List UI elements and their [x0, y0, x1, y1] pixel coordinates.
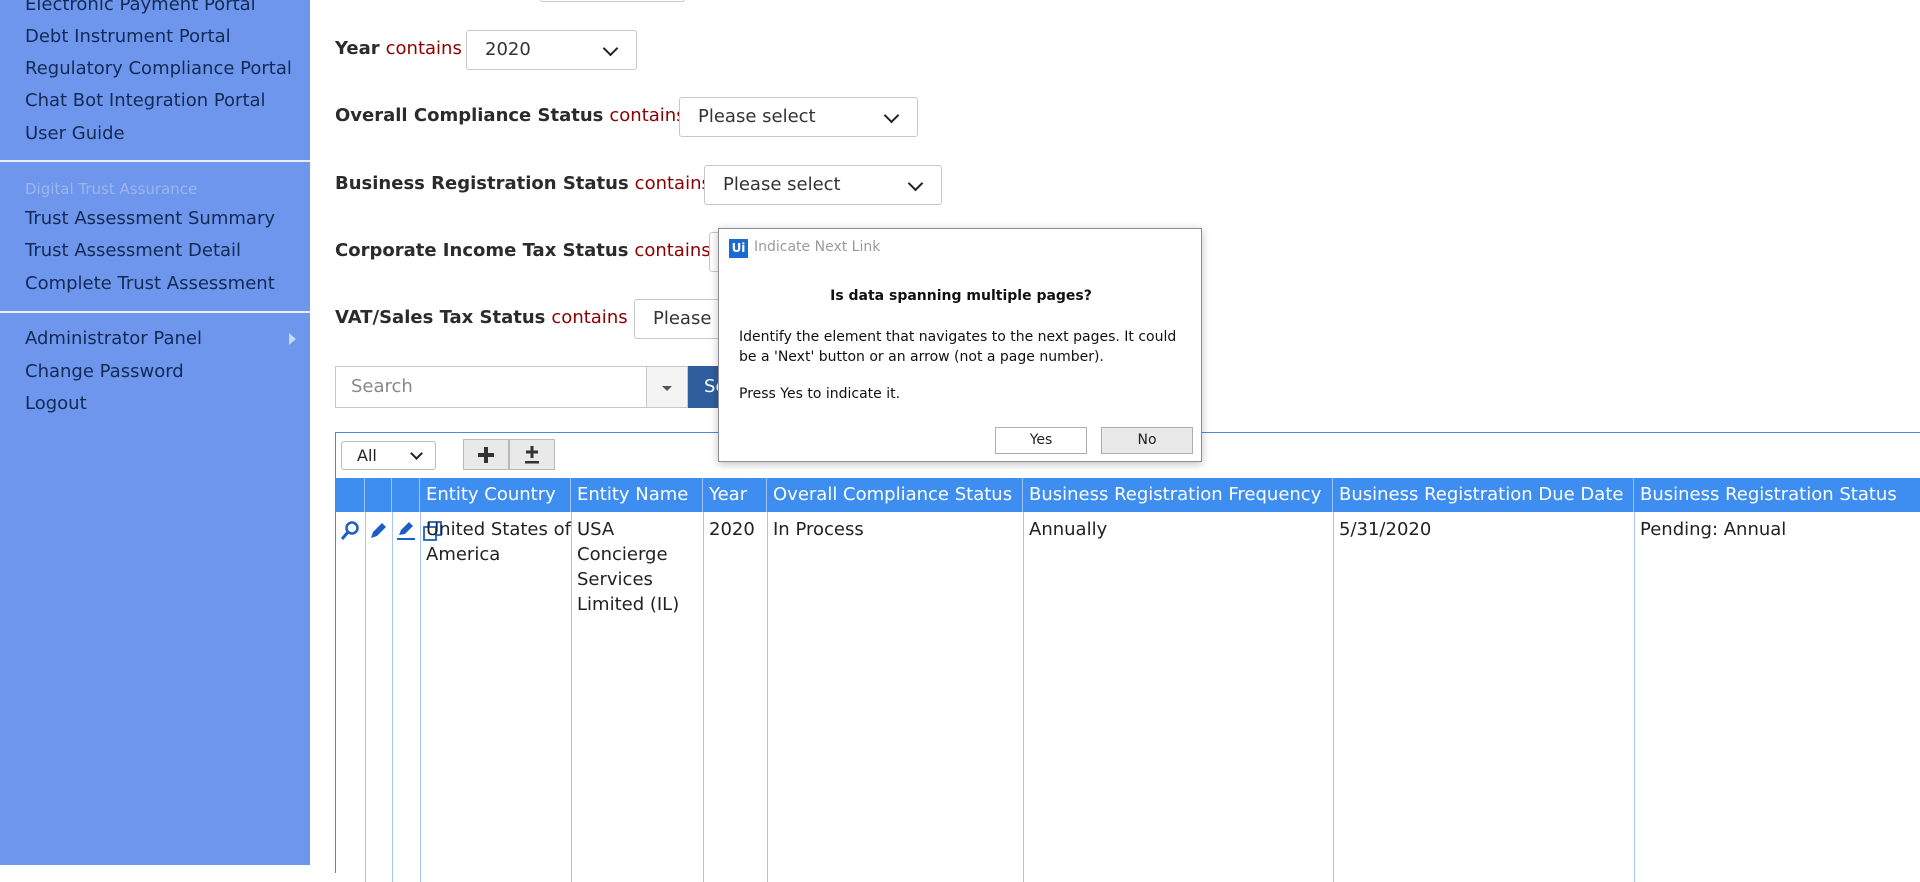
select-value: 2020	[485, 39, 531, 60]
chevron-down-icon	[410, 447, 423, 460]
chevron-down-icon	[602, 40, 619, 57]
grid-header-row: Entity Country Entity Name Year Overall …	[336, 478, 1920, 512]
filter-operator: contains	[634, 240, 711, 261]
filter-overall-label: Overall Compliance Status contains	[335, 105, 686, 126]
no-button[interactable]: No	[1101, 427, 1193, 454]
add-row-button[interactable]	[463, 439, 509, 470]
filter-operator: contains	[385, 38, 462, 59]
plus-icon	[478, 446, 494, 463]
select-value: All	[357, 446, 377, 465]
column-header-business-registration-frequency[interactable]: Business Registration Frequency	[1023, 478, 1333, 512]
column-header-year[interactable]: Year	[703, 478, 767, 512]
sidebar-section-title: Digital Trust Assurance	[25, 180, 198, 198]
overall-compliance-select[interactable]: Please select	[679, 97, 918, 137]
filter-operator: contains	[609, 105, 686, 126]
column-divider	[703, 512, 704, 882]
grid-body: United States of America USA Concierge S…	[336, 512, 1920, 882]
filter-corptax-label: Corporate Income Tax Status contains	[335, 240, 711, 261]
filter-operator: contains	[634, 173, 711, 194]
header-action-col	[392, 478, 420, 512]
column-divider	[1333, 512, 1334, 882]
cell-overall-status: In Process	[773, 519, 864, 540]
submenu-arrow-icon	[289, 333, 296, 345]
column-header-entity-name[interactable]: Entity Name	[571, 478, 703, 512]
column-divider	[1023, 512, 1024, 882]
app-logo-icon: Ui	[729, 239, 748, 258]
column-divider	[767, 512, 768, 882]
header-action-col	[336, 478, 365, 512]
cell-entity-name: USA Concierge Services Limited (IL)	[577, 519, 680, 615]
nav-trust-assessment-summary[interactable]: Trust Assessment Summary	[25, 208, 275, 229]
filter-bizreg-label: Business Registration Status contains	[335, 173, 711, 194]
yes-button[interactable]: Yes	[995, 427, 1087, 454]
magnifier-icon[interactable]	[339, 520, 361, 542]
nav-complete-trust-assessment[interactable]: Complete Trust Assessment	[25, 273, 275, 294]
year-select[interactable]: 2020	[466, 30, 637, 70]
filter-name: Corporate Income Tax Status	[335, 240, 629, 261]
filter-operator: contains	[551, 307, 628, 328]
nav-regulatory-compliance-portal[interactable]: Regulatory Compliance Portal	[25, 58, 292, 79]
dialog-title: Indicate Next Link	[754, 239, 881, 255]
sidebar: Electronic Payment Portal Debt Instrumen…	[0, 0, 310, 865]
cell-registration-frequency: Annually	[1029, 519, 1108, 540]
sidebar-divider	[0, 311, 310, 313]
dialog-heading: Is data spanning multiple pages?	[830, 288, 1092, 304]
hidden-filter-select[interactable]	[540, 0, 685, 2]
filter-year-label: Year contains	[335, 38, 462, 59]
nav-administrator-panel[interactable]: Administrator Panel	[25, 328, 202, 349]
data-grid: All Entity Country Entity Name Year Over…	[335, 432, 1920, 882]
select-value: Please s	[653, 308, 727, 329]
dialog-body: Identify the element that navigates to t…	[739, 329, 1177, 365]
page-size-select[interactable]: All	[341, 441, 436, 470]
nav-logout[interactable]: Logout	[25, 393, 87, 414]
indicate-next-link-dialog: Ui Indicate Next Link Is data spanning m…	[718, 228, 1202, 462]
add-multiple-button[interactable]	[509, 439, 555, 470]
column-divider	[1634, 512, 1635, 882]
column-header-business-registration-due-date[interactable]: Business Registration Due Date	[1333, 478, 1634, 512]
column-divider	[420, 512, 421, 882]
plus-underline-icon	[525, 445, 539, 463]
chevron-down-icon	[907, 175, 924, 192]
nav-trust-assessment-detail[interactable]: Trust Assessment Detail	[25, 240, 241, 261]
dialog-prompt: Press Yes to indicate it.	[739, 386, 901, 402]
nav-debt-instrument-portal[interactable]: Debt Instrument Portal	[25, 26, 231, 47]
search-options-dropdown[interactable]	[647, 366, 688, 408]
nav-user-guide[interactable]: User Guide	[25, 123, 125, 144]
nav-chat-bot-integration-portal[interactable]: Chat Bot Integration Portal	[25, 90, 266, 111]
cell-registration-status: Pending: Annual	[1640, 519, 1787, 540]
chevron-down-icon	[883, 107, 900, 124]
filter-name: VAT/Sales Tax Status	[335, 307, 546, 328]
filter-vat-label: VAT/Sales Tax Status contains	[335, 307, 628, 328]
caret-down-icon	[662, 386, 672, 391]
column-header-entity-country[interactable]: Entity Country	[420, 478, 571, 512]
select-value: Please select	[698, 106, 816, 127]
sidebar-divider	[0, 160, 310, 162]
column-divider	[392, 512, 393, 882]
cell-registration-due-date: 5/31/2020	[1339, 519, 1432, 540]
filter-name: Business Registration Status	[335, 173, 629, 194]
column-divider	[365, 512, 366, 882]
pencil-edit-icon[interactable]	[395, 520, 417, 542]
cell-entity-country: United States of America	[426, 519, 571, 565]
filter-name: Year	[335, 38, 380, 59]
header-action-col	[365, 478, 392, 512]
column-header-overall-compliance-status[interactable]: Overall Compliance Status	[767, 478, 1023, 512]
pencil-icon[interactable]	[367, 520, 389, 542]
business-registration-select[interactable]: Please select	[704, 165, 942, 205]
cell-year: 2020	[709, 519, 755, 540]
select-value: Please select	[723, 174, 841, 195]
nav-change-password[interactable]: Change Password	[25, 361, 184, 382]
filter-name: Overall Compliance Status	[335, 105, 604, 126]
column-header-business-registration-status[interactable]: Business Registration Status	[1634, 478, 1920, 512]
search-input[interactable]: Search	[335, 366, 647, 408]
nav-electronic-payment-portal[interactable]: Electronic Payment Portal	[25, 0, 256, 15]
